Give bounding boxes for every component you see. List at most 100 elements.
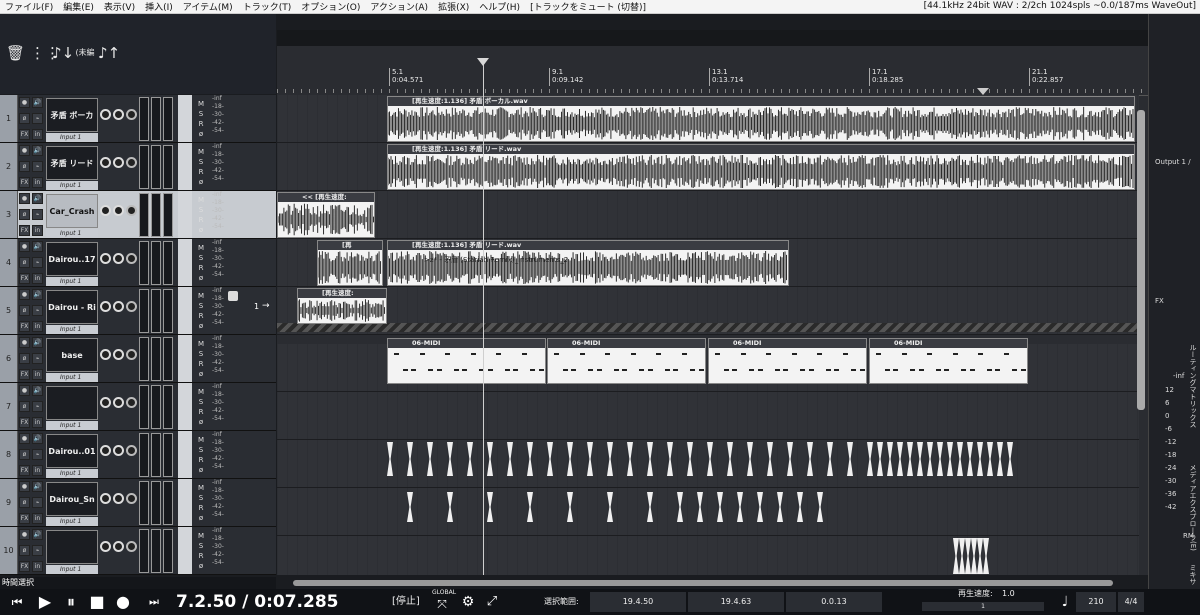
width-knob[interactable] <box>126 205 137 216</box>
fx-button[interactable]: FX <box>19 417 30 428</box>
horizontal-scroll-thumb[interactable] <box>293 580 1113 586</box>
media-item[interactable]: [再生速度:1.136] 矛盾 リード.wav >z* - 矛盾 (Stariah… <box>387 240 789 286</box>
fx-button[interactable]: FX <box>19 561 30 572</box>
speaker-icon[interactable]: 🔊 <box>32 241 43 252</box>
input-button[interactable]: in <box>32 225 43 236</box>
fx-button[interactable]: FX <box>19 465 30 476</box>
volume-knob[interactable] <box>100 493 111 504</box>
note-down-icon[interactable]: ♪↓ <box>52 44 74 62</box>
envelope-icon[interactable]: ⌁ <box>32 449 43 460</box>
volume-knob[interactable] <box>100 445 111 456</box>
selection-length-field[interactable]: 0.0.13 <box>786 592 882 612</box>
media-explorer-tab[interactable]: メディアエクスプローラ(E) <box>1188 464 1198 564</box>
fx-slot[interactable] <box>163 433 173 477</box>
msr-buttons[interactable]: MSRø <box>196 291 206 331</box>
track-number[interactable]: 4 <box>0 239 18 286</box>
track-name[interactable]: Dairou..17 <box>46 242 98 276</box>
envelope-icon[interactable]: ⌁ <box>32 305 43 316</box>
volume-knob[interactable] <box>100 109 111 120</box>
play-icon[interactable]: ▶ <box>34 593 56 611</box>
track-input[interactable]: Input 1 <box>46 421 98 430</box>
envelope-icon[interactable]: ⌁ <box>32 113 43 124</box>
track-input[interactable]: Input 1 <box>46 565 98 574</box>
phase-icon[interactable]: ø <box>19 305 30 316</box>
track-name[interactable]: Car_Crash <box>46 194 98 228</box>
metronome-icon[interactable]: ♩ <box>1056 593 1074 611</box>
volume-knob[interactable] <box>100 349 111 360</box>
media-item[interactable]: [再 <box>317 240 383 286</box>
track-fader[interactable] <box>178 335 192 382</box>
msr-buttons[interactable]: MSRø <box>196 243 206 283</box>
mixer-tab[interactable]: ミキサ <box>1188 564 1198 588</box>
track-header[interactable]: 8 ● 🔊 ø ⌁ FX in Dairou..01 Input 1 MSRø … <box>0 431 276 479</box>
speaker-icon[interactable]: 🔊 <box>32 289 43 300</box>
volume-knob[interactable] <box>100 541 111 552</box>
settings-gear-icon[interactable]: ⚙ <box>458 593 478 611</box>
record-arm-icon[interactable]: ● <box>19 145 30 156</box>
track-fader[interactable] <box>178 191 192 238</box>
menu-item-6[interactable]: オプション(O) <box>296 0 365 13</box>
msr-buttons[interactable]: MSRø <box>196 435 206 475</box>
track-name[interactable]: Dairou..01 <box>46 434 98 468</box>
timeline-ruler[interactable]: 5.1 0:04.571 9.1 0:09.142 13.1 0:13.714 17.1 0:… <box>277 68 1148 96</box>
track-header[interactable]: 2 ● 🔊 ø ⌁ FX in 矛盾 リード Input 1 MSRø -inf… <box>0 143 276 191</box>
input-button[interactable]: in <box>32 513 43 524</box>
input-button[interactable]: in <box>32 561 43 572</box>
speaker-icon[interactable]: 🔊 <box>32 145 43 156</box>
track-header[interactable]: 7 ● 🔊 ø ⌁ FX in Input 1 MSRø -inf -18- -… <box>0 383 276 431</box>
phase-icon[interactable]: ø <box>19 161 30 172</box>
arrange-view[interactable]: 5.1 0:04.571 9.1 0:09.142 13.1 0:13.714 17.1 0:… <box>277 30 1148 575</box>
track-number[interactable]: 10 <box>0 527 18 574</box>
horizontal-scrollbar[interactable] <box>277 577 1148 589</box>
playhead-line[interactable] <box>483 60 484 575</box>
phase-icon[interactable]: ø <box>19 257 30 268</box>
envelope-icon[interactable]: ⌁ <box>32 209 43 220</box>
input-button[interactable]: in <box>32 177 43 188</box>
pan-knob[interactable] <box>113 349 124 360</box>
msr-buttons[interactable]: MSRø <box>196 195 206 235</box>
pause-icon[interactable]: ⏸ <box>60 593 82 611</box>
menu-item-7[interactable]: アクション(A) <box>365 0 433 13</box>
menu-item-9[interactable]: ヘルプ(H) <box>474 0 525 13</box>
track-name[interactable] <box>46 386 98 420</box>
track-header[interactable]: 1 ● 🔊 ø ⌁ FX in 矛盾 ボーカ Input 1 MSRø -inf… <box>0 95 276 143</box>
input-button[interactable]: in <box>32 369 43 380</box>
track-name[interactable] <box>46 530 98 564</box>
track-number[interactable]: 8 <box>0 431 18 478</box>
fx-button[interactable]: FX <box>19 273 30 284</box>
fx-slot[interactable] <box>163 97 173 141</box>
pan-knob[interactable] <box>113 397 124 408</box>
track-name[interactable]: base <box>46 338 98 372</box>
routing-icon[interactable] <box>228 291 238 301</box>
record-arm-icon[interactable]: ● <box>19 337 30 348</box>
fx-button[interactable]: FX <box>19 369 30 380</box>
midi-item[interactable]: 06-MIDI <box>708 338 867 384</box>
media-item[interactable]: [再生速度:1.136] 矛盾 ボーカル.wav <box>387 96 1135 142</box>
rewind-icon[interactable]: ⏮ <box>6 593 28 611</box>
menu-item-5[interactable]: トラック(T) <box>238 0 297 13</box>
track-name[interactable]: Dairou_Sn <box>46 482 98 516</box>
trash-icon[interactable]: 🗑 <box>6 44 25 62</box>
envelope-icon[interactable]: ⌁ <box>32 401 43 412</box>
fx-slot[interactable] <box>163 241 173 285</box>
input-button[interactable]: in <box>32 417 43 428</box>
track-header[interactable]: 9 ● 🔊 ø ⌁ FX in Dairou_Sn Input 1 MSRø -… <box>0 479 276 527</box>
track-header[interactable]: 4 ● 🔊 ø ⌁ FX in Dairou..17 Input 1 MSRø … <box>0 239 276 287</box>
msr-buttons[interactable]: MSRø <box>196 99 206 139</box>
speaker-icon[interactable]: 🔊 <box>32 433 43 444</box>
track-number[interactable]: 9 <box>0 479 18 526</box>
envelope-icon[interactable]: ⌁ <box>32 257 43 268</box>
track-fader[interactable] <box>178 431 192 478</box>
pan-knob[interactable] <box>113 157 124 168</box>
fx-label[interactable]: FX <box>1155 297 1164 305</box>
phase-icon[interactable]: ø <box>19 449 30 460</box>
track-fader[interactable] <box>178 287 192 334</box>
media-item[interactable]: [再生速度: <box>297 288 387 324</box>
width-knob[interactable] <box>126 445 137 456</box>
volume-knob[interactable] <box>100 205 111 216</box>
fx-button[interactable]: FX <box>19 177 30 188</box>
record-icon[interactable]: ● <box>112 593 134 611</box>
track-input[interactable]: Input 1 <box>46 133 98 142</box>
envelope-icon[interactable]: ⌁ <box>32 353 43 364</box>
track-header[interactable]: 10 ● 🔊 ø ⌁ FX in Input 1 MSRø -inf -18- … <box>0 527 276 575</box>
